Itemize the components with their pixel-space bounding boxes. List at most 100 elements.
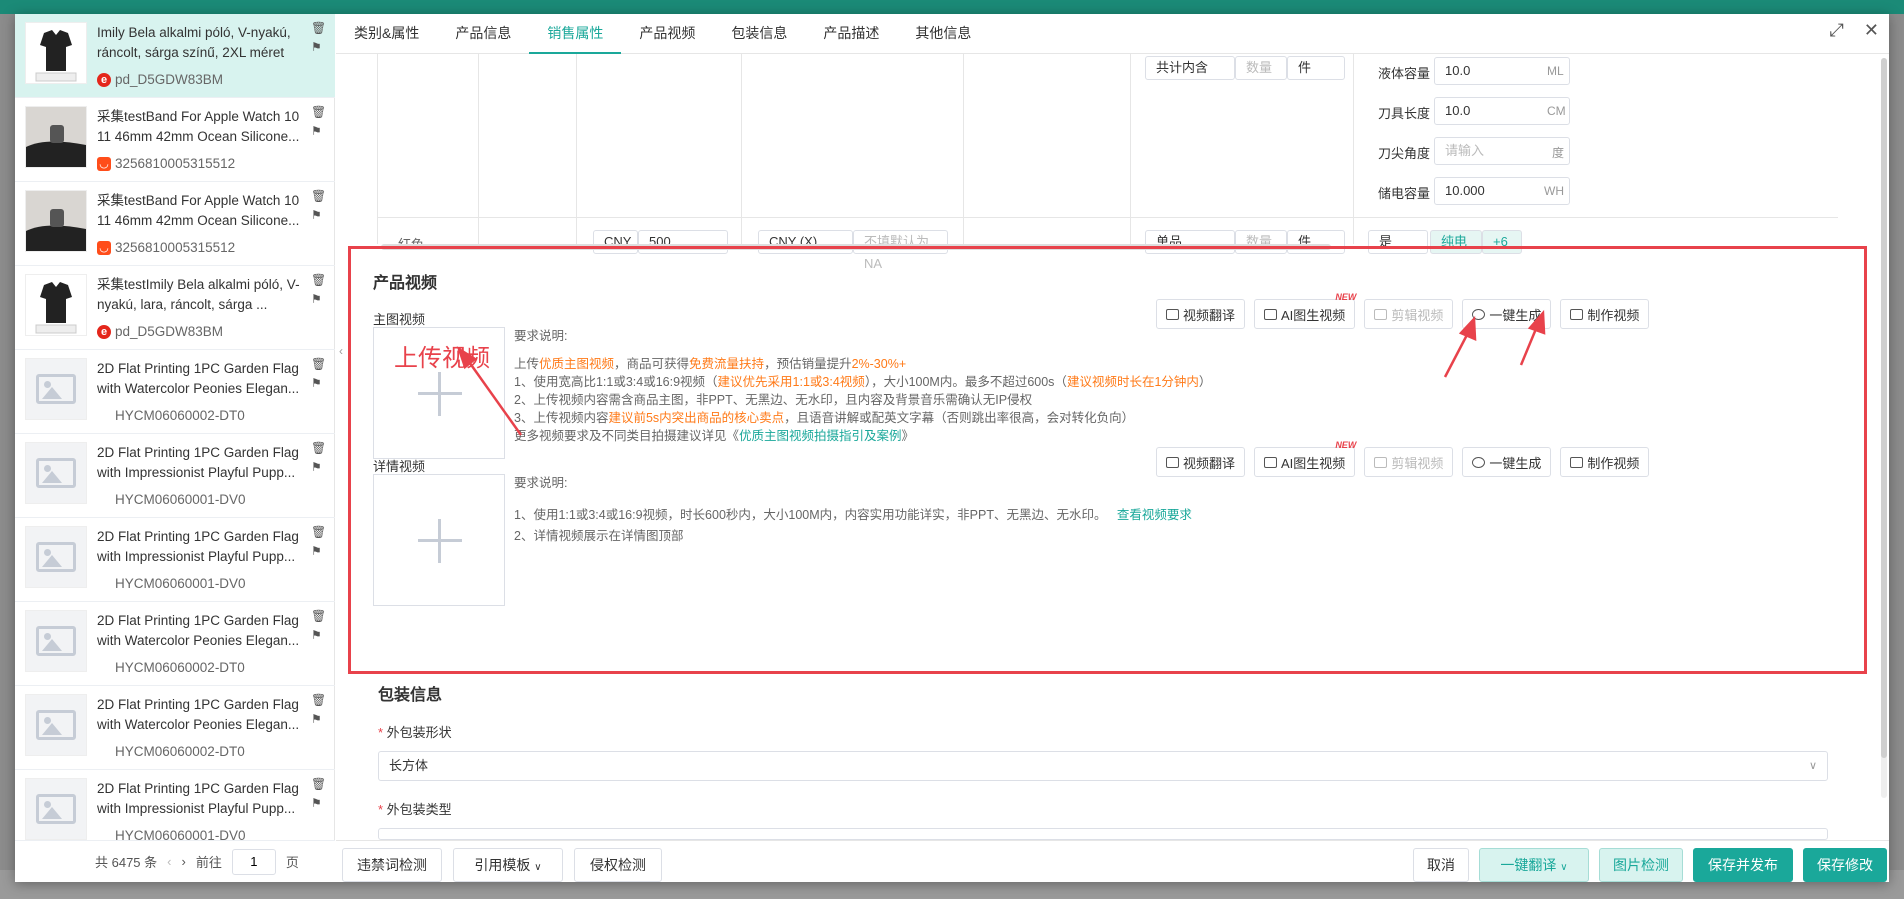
cancel-button[interactable]: 取消 xyxy=(1413,848,1469,882)
type-label: * 外包装类型 xyxy=(378,802,452,817)
save-changes-button[interactable]: 保存修改 xyxy=(1803,848,1887,882)
page-input[interactable] xyxy=(231,848,276,875)
fullscreen-icon[interactable]: ⤢ xyxy=(1830,20,1844,41)
video-guide-link[interactable]: 优质主图视频拍摄指引及案例 xyxy=(739,429,902,443)
product-list-item[interactable]: 采集testImily Bela alkalmi póló, V-nyakú, … xyxy=(15,266,335,350)
reference-template-button[interactable]: 引用模板 ∨ xyxy=(453,848,563,882)
prop-unit-1: CM xyxy=(1547,104,1566,118)
infringement-check-button[interactable]: 侵权检测 xyxy=(574,848,662,882)
product-list-item[interactable]: 2D Flat Printing 1PC Garden Flag with Wa… xyxy=(15,350,335,434)
type-select[interactable] xyxy=(378,828,1828,840)
one-click-generate-button[interactable]: 一键生成 xyxy=(1462,447,1552,477)
total-count: 共 6475 条 xyxy=(95,855,158,870)
tab-2[interactable]: 销售属性 xyxy=(529,14,622,54)
product-thumbnail xyxy=(25,526,87,588)
main-video-upload[interactable]: 上传视频 xyxy=(373,327,505,459)
ai-video-icon xyxy=(1264,308,1278,320)
detail-video-actions: 视频翻译 AI图生视频 NEW 剪辑视频 一键生成 制作视频 xyxy=(1156,440,1650,477)
product-list-item[interactable]: 采集testBand For Apple Watch 10 11 46mm 42… xyxy=(15,182,335,266)
video-camera-icon xyxy=(1570,456,1584,468)
vertical-scrollbar[interactable] xyxy=(1881,58,1887,798)
image-placeholder-icon xyxy=(36,794,76,824)
tab-6[interactable]: 其他信息 xyxy=(897,14,989,54)
edit-video-button[interactable]: 剪辑视频 xyxy=(1364,299,1454,329)
product-list-item[interactable]: 2D Flat Printing 1PC Garden Flag with Im… xyxy=(15,770,335,840)
flag-icon[interactable]: ⚑ xyxy=(311,293,323,305)
detail-video-requirements: 要求说明: 1、使用1:1或3:4或16:9视频，时长600秒内，大小100M内… xyxy=(514,476,1192,543)
video-translate-button[interactable]: 视频翻译 xyxy=(1156,299,1246,329)
shape-select[interactable]: 长方体 ∨ xyxy=(378,751,1828,781)
trash-icon[interactable]: 🗑 xyxy=(311,526,326,538)
trash-icon[interactable]: 🗑 xyxy=(311,610,326,622)
table-divider xyxy=(576,54,577,244)
flag-icon[interactable]: ⚑ xyxy=(311,629,323,641)
product-title: 2D Flat Printing 1PC Garden Flag with Wa… xyxy=(97,613,300,648)
flag-icon[interactable]: ⚑ xyxy=(311,797,323,809)
one-click-translate-button[interactable]: 一键翻译 ∨ xyxy=(1479,848,1589,882)
trash-icon[interactable]: 🗑 xyxy=(311,694,326,706)
view-video-requirements-link[interactable]: 查看视频要求 xyxy=(1117,508,1192,522)
trash-icon[interactable]: 🗑 xyxy=(311,442,326,454)
flag-icon[interactable]: ⚑ xyxy=(311,125,323,137)
trash-icon[interactable]: 🗑 xyxy=(311,190,326,202)
scroll-thumb[interactable] xyxy=(1881,58,1887,758)
tab-4[interactable]: 包装信息 xyxy=(713,14,805,54)
product-list-item[interactable]: 2D Flat Printing 1PC Garden Flag with Wa… xyxy=(15,602,335,686)
prop-unit-3: WH xyxy=(1544,184,1564,198)
product-list-item[interactable]: 2D Flat Printing 1PC Garden Flag with Wa… xyxy=(15,686,335,770)
trash-icon[interactable]: 🗑 xyxy=(311,358,326,370)
ai-image-to-video-button[interactable]: AI图生视频 NEW xyxy=(1254,292,1356,329)
trash-icon[interactable]: 🗑 xyxy=(311,274,326,286)
detail-video-label: 详情视频 xyxy=(373,459,426,474)
product-list-item[interactable]: 2D Flat Printing 1PC Garden Flag with Im… xyxy=(15,518,335,602)
tab-5[interactable]: 产品描述 xyxy=(805,14,897,54)
product-image xyxy=(26,23,86,83)
upload-video-annotation: 上传视频 xyxy=(394,345,490,372)
emag-platform-icon: e xyxy=(97,324,111,339)
flag-icon[interactable]: ⚑ xyxy=(311,209,323,221)
next-page-icon[interactable]: › xyxy=(182,854,186,869)
prev-page-icon[interactable]: ‹ xyxy=(167,854,171,869)
prohibited-words-check-button[interactable]: 违禁词检测 xyxy=(342,848,442,882)
table-divider xyxy=(963,54,964,244)
new-badge: NEW xyxy=(1335,292,1357,302)
trash-icon[interactable]: 🗑 xyxy=(311,106,326,118)
table-row-divider xyxy=(378,217,1838,218)
detail-video-upload[interactable] xyxy=(373,474,505,606)
flag-icon[interactable]: ⚑ xyxy=(311,461,323,473)
prop-value-2[interactable]: 请输入 xyxy=(1434,137,1570,165)
flag-icon[interactable]: ⚑ xyxy=(311,545,323,557)
edit-video-button[interactable]: 剪辑视频 xyxy=(1364,447,1454,477)
pack-unit-select[interactable]: 件 xyxy=(1287,56,1345,80)
flag-icon[interactable]: ⚑ xyxy=(311,377,323,389)
product-sku: e pd_D5GDW83BM xyxy=(97,324,223,339)
product-list-item[interactable]: 采集testBand For Apple Watch 10 11 46mm 42… xyxy=(15,98,335,182)
pack-qty-input[interactable]: 数量 xyxy=(1235,56,1287,80)
product-sidebar: Imily Bela alkalmi póló, V-nyakú, ráncol… xyxy=(15,14,335,882)
make-video-button[interactable]: 制作视频 xyxy=(1560,447,1650,477)
image-check-button[interactable]: 图片检测 xyxy=(1599,848,1683,882)
flag-icon[interactable]: ⚑ xyxy=(311,713,323,725)
flag-icon[interactable]: ⚑ xyxy=(311,41,323,53)
product-thumbnail xyxy=(25,22,87,84)
product-sku: ◡ 3256810005315512 xyxy=(97,240,235,255)
close-icon[interactable]: ✕ xyxy=(1864,20,1879,41)
product-list-item[interactable]: Imily Bela alkalmi póló, V-nyakú, ráncol… xyxy=(15,14,335,98)
tab-1[interactable]: 产品信息 xyxy=(437,14,529,54)
tab-0[interactable]: 类别&属性 xyxy=(336,14,437,54)
ai-image-to-video-button[interactable]: AI图生视频 NEW xyxy=(1254,440,1356,477)
product-image xyxy=(26,107,86,167)
product-thumbnail xyxy=(25,274,87,336)
product-list-item[interactable]: 2D Flat Printing 1PC Garden Flag with Im… xyxy=(15,434,335,518)
trash-icon[interactable]: 🗑 xyxy=(311,778,326,790)
trash-icon[interactable]: 🗑 xyxy=(311,22,326,34)
one-click-generate-button[interactable]: 一键生成 xyxy=(1462,299,1552,329)
product-title: 2D Flat Printing 1PC Garden Flag with Wa… xyxy=(97,697,300,732)
generate-icon xyxy=(1472,308,1486,320)
video-translate-button[interactable]: 视频翻译 xyxy=(1156,447,1246,477)
tab-3[interactable]: 产品视频 xyxy=(621,14,713,54)
product-sku: HYCM06060002-DT0 xyxy=(115,408,245,423)
make-video-button[interactable]: 制作视频 xyxy=(1560,299,1650,329)
image-placeholder-icon xyxy=(36,458,76,488)
save-and-publish-button[interactable]: 保存并发布 xyxy=(1693,848,1793,882)
